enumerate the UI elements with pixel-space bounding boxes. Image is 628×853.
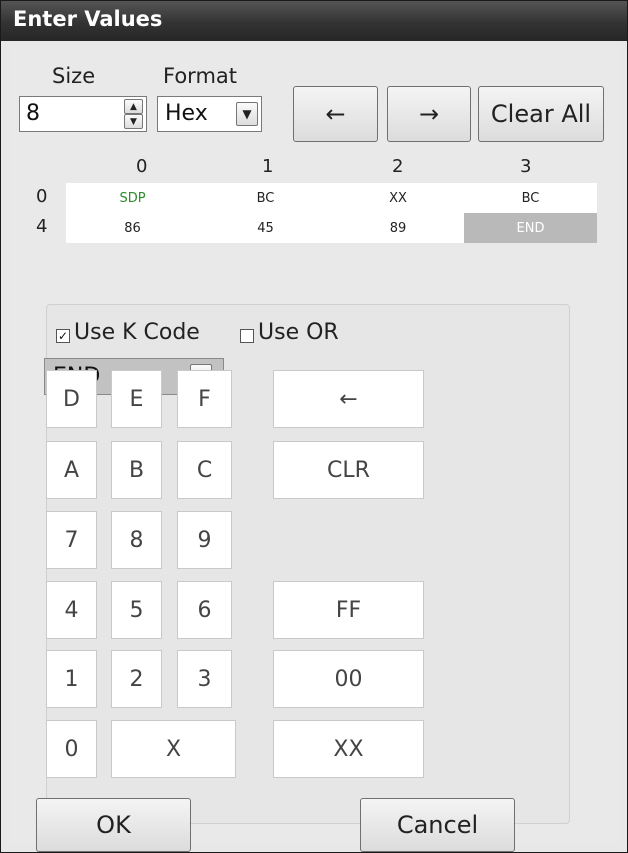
grid-row: SDP BC XX BC (66, 183, 597, 213)
clear-all-button[interactable]: Clear All (478, 86, 604, 142)
grid-cell[interactable]: 89 (332, 213, 464, 243)
format-dropdown[interactable]: Hex ▼ (157, 96, 262, 132)
key-a-button[interactable]: A (46, 441, 97, 499)
column-header-3: 3 (520, 156, 532, 177)
key-0-button[interactable]: 0 (46, 720, 97, 778)
backspace-button[interactable]: ← (273, 370, 424, 428)
key-9-button[interactable]: 9 (177, 511, 232, 569)
key-c-button[interactable]: C (177, 441, 232, 499)
key-e-button[interactable]: E (111, 370, 162, 428)
move-left-button[interactable]: ← (293, 86, 378, 142)
format-label: Format (163, 64, 238, 88)
grid-row: 86 45 89 END (66, 213, 597, 243)
dialog-title: Enter Values (13, 7, 163, 31)
spin-up-icon[interactable]: ▲ (124, 99, 143, 114)
grid-cell-selected[interactable]: END (464, 213, 597, 243)
chevron-down-icon[interactable]: ▼ (236, 102, 258, 126)
key-5-button[interactable]: 5 (111, 581, 162, 639)
key-6-button[interactable]: 6 (177, 581, 232, 639)
ok-button[interactable]: OK (36, 798, 191, 852)
grid-cell[interactable]: BC (199, 183, 332, 213)
grid-cell[interactable]: 86 (66, 213, 199, 243)
grid-cell[interactable]: SDP (66, 183, 199, 213)
use-or-checkbox[interactable] (240, 329, 254, 343)
size-spinbox[interactable]: 8 ▲ ▼ (19, 96, 147, 132)
column-header-1: 1 (262, 156, 274, 177)
grid-cell[interactable]: BC (464, 183, 597, 213)
use-or-label[interactable]: Use OR (258, 320, 339, 345)
format-value: Hex (165, 101, 208, 126)
xx-button[interactable]: XX (273, 720, 424, 778)
column-header-2: 2 (392, 156, 404, 177)
move-right-button[interactable]: → (387, 86, 471, 142)
key-d-button[interactable]: D (46, 370, 97, 428)
row-header-4: 4 (36, 216, 48, 237)
key-1-button[interactable]: 1 (46, 650, 97, 708)
grid-cell[interactable]: XX (332, 183, 464, 213)
key-8-button[interactable]: 8 (111, 511, 162, 569)
size-value: 8 (26, 101, 40, 126)
size-label: Size (52, 64, 96, 88)
dialog-content: Size 8 ▲ ▼ Format Hex ▼ ← → Clear All 0 … (10, 41, 618, 852)
key-b-button[interactable]: B (111, 441, 162, 499)
use-k-code-checkbox[interactable]: ✓ (56, 329, 70, 343)
key-f-button[interactable]: F (177, 370, 232, 428)
key-3-button[interactable]: 3 (177, 650, 232, 708)
key-x-button[interactable]: X (111, 720, 236, 778)
zero-zero-button[interactable]: 00 (273, 650, 424, 708)
clr-button[interactable]: CLR (273, 441, 424, 499)
column-header-0: 0 (136, 156, 148, 177)
ff-button[interactable]: FF (273, 581, 424, 639)
key-4-button[interactable]: 4 (46, 581, 97, 639)
key-7-button[interactable]: 7 (46, 511, 97, 569)
cancel-button[interactable]: Cancel (360, 798, 515, 852)
grid-cell[interactable]: 45 (199, 213, 332, 243)
spin-down-icon[interactable]: ▼ (124, 114, 143, 129)
enter-values-dialog: Enter Values Size 8 ▲ ▼ Format Hex ▼ ← →… (0, 0, 628, 853)
title-bar[interactable]: Enter Values (1, 1, 627, 41)
key-2-button[interactable]: 2 (111, 650, 162, 708)
row-header-0: 0 (36, 186, 48, 207)
use-k-code-label[interactable]: Use K Code (74, 320, 200, 345)
